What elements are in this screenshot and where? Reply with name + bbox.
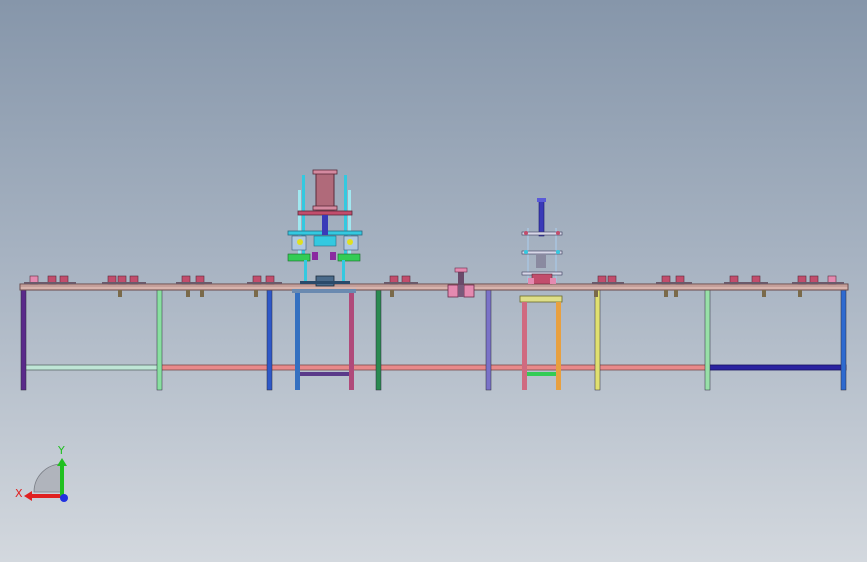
station2-fixture — [528, 278, 534, 284]
station1-piston — [322, 215, 328, 235]
y-axis-label: Y — [57, 444, 65, 457]
station2-base-leg — [522, 302, 527, 390]
station1-top-plate — [297, 210, 353, 216]
station1-tool — [312, 252, 318, 260]
station1-base-top — [292, 289, 356, 293]
undertable-bracket — [664, 290, 668, 297]
stretcher-main — [159, 364, 709, 371]
cad-graphics-area[interactable]: X Y — [0, 0, 867, 562]
undertable-bracket — [254, 290, 258, 297]
x-axis-arrowhead — [24, 491, 32, 501]
station1-green-block — [287, 253, 311, 262]
station2-bolt — [524, 250, 528, 254]
station1-lower-post — [342, 260, 345, 284]
model-view[interactable] — [0, 0, 867, 562]
station1-base-leg — [349, 290, 354, 390]
stretcher-sub — [296, 372, 354, 376]
fixture-base — [190, 282, 212, 284]
stretcher-left — [21, 364, 160, 371]
table-leg — [594, 287, 601, 391]
station1-base-leg — [295, 290, 300, 390]
middle-fixture-stem — [458, 285, 464, 297]
press-station-1[interactable] — [287, 169, 363, 390]
middle-fixture-box — [463, 284, 475, 298]
station1-cylinder-cap — [312, 169, 338, 175]
orientation-triad[interactable]: X Y — [12, 440, 82, 510]
middle-fixture[interactable] — [447, 267, 475, 298]
station1-cylinder-cap — [312, 205, 338, 211]
station2-base-top — [519, 295, 563, 303]
stretcher-right — [707, 364, 847, 371]
undertable-bracket — [762, 290, 766, 297]
fixture-base — [396, 282, 418, 284]
undertable-bracket — [390, 290, 394, 297]
station2-mid-plate — [521, 250, 563, 255]
y-axis-arrowhead — [57, 458, 67, 466]
table-leg — [266, 287, 273, 391]
station1-lower-post — [304, 260, 307, 284]
station2-rod — [538, 199, 545, 237]
station2-bolt — [556, 231, 560, 235]
tabletop-plate — [19, 283, 849, 291]
station2-top-plate — [521, 231, 563, 236]
fixture-base — [602, 282, 624, 284]
station1-green-block — [337, 253, 361, 262]
table-leg — [20, 287, 27, 391]
fixture-base — [54, 282, 76, 284]
middle-fixture-post — [458, 270, 464, 286]
middle-fixture-box — [447, 284, 459, 298]
middle-fixture-cap — [454, 267, 468, 273]
stretcher-sub — [522, 372, 560, 376]
station2-bolt — [524, 231, 528, 235]
undertable-bracket — [798, 290, 802, 297]
undertable-bracket — [186, 290, 190, 297]
table-legs — [20, 287, 847, 391]
tabletop[interactable] — [19, 283, 849, 291]
triad-arc — [33, 463, 63, 493]
fixture-base — [260, 282, 282, 284]
station1-base-bar — [300, 281, 350, 284]
table-leg — [485, 287, 492, 391]
station1-head — [313, 235, 337, 247]
table-leg — [704, 287, 711, 391]
undertable-bracket — [594, 290, 598, 297]
station1-tool — [330, 252, 336, 260]
undertable-bracket — [674, 290, 678, 297]
fixture-base — [724, 282, 746, 284]
station2-rod-cap — [537, 198, 546, 202]
fixture-base — [746, 282, 768, 284]
table-leg — [375, 287, 382, 391]
station1-cylinder — [315, 171, 335, 211]
z-axis-dot — [60, 494, 68, 502]
undertable-bracket — [118, 290, 122, 297]
lower-stretchers — [21, 364, 847, 376]
x-axis-label: X — [15, 487, 23, 500]
undertable-bracket — [200, 290, 204, 297]
station1-sensor — [297, 239, 303, 245]
station2-head — [536, 254, 546, 268]
tabletop-fixtures — [24, 275, 844, 285]
station1-sensor — [347, 239, 353, 245]
station2-fixture — [550, 278, 556, 284]
fixture-base — [822, 282, 844, 284]
fixture-base — [670, 282, 692, 284]
fixture-base — [124, 282, 146, 284]
station2-base-leg — [556, 302, 561, 390]
station2-fixture — [531, 273, 553, 285]
station2-bolt — [556, 250, 560, 254]
press-station-2[interactable] — [519, 198, 563, 390]
table-leg — [840, 287, 847, 391]
table-leg — [156, 287, 163, 391]
